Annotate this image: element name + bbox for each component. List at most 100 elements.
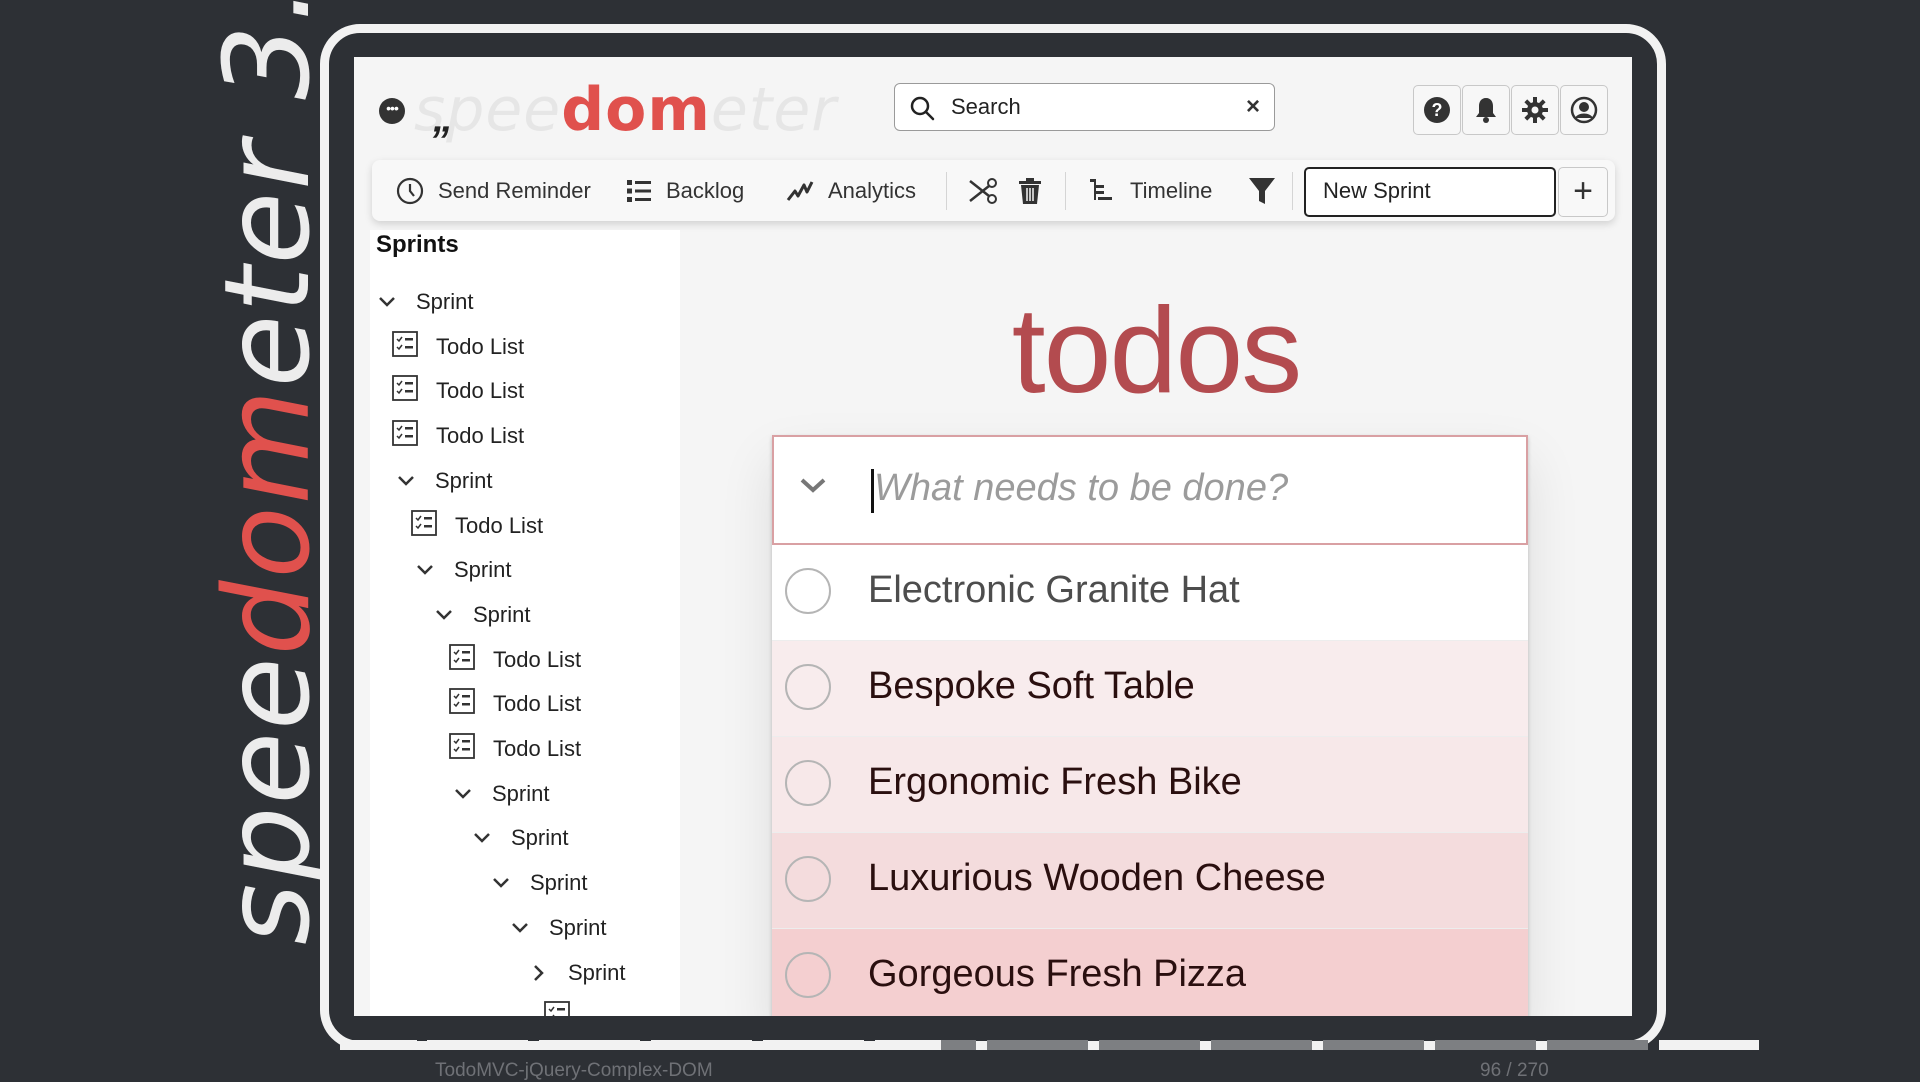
- todo-checkbox[interactable]: [785, 568, 831, 614]
- benchmark-progress-bar: [320, 1040, 1759, 1050]
- todo-checkbox[interactable]: [785, 664, 831, 710]
- tree-item-todo-list[interactable]: Todo List: [449, 729, 581, 769]
- progress-segment-fill: [763, 1040, 864, 1050]
- progress-segment-fill: [875, 1040, 941, 1050]
- toggle-all-chevron-icon[interactable]: [798, 475, 828, 500]
- svg-text:?: ?: [1432, 100, 1443, 120]
- chevron-down-icon[interactable]: [376, 296, 398, 308]
- tree-item-sprint[interactable]: Sprint: [414, 550, 511, 590]
- send-reminder-label: Send Reminder: [438, 177, 591, 203]
- app-screen: ••• speedometer ” Search × ? Send Remind…: [354, 57, 1632, 1016]
- toolbar-divider: [946, 172, 947, 210]
- tree-item-label: Sprint: [473, 601, 531, 627]
- chevron-down-icon[interactable]: [490, 877, 512, 889]
- bell-icon: [1476, 98, 1496, 123]
- tree-item-label: Sprint: [416, 289, 474, 314]
- tree-item-todo-list[interactable]: Todo List: [449, 640, 581, 680]
- chevron-down-icon[interactable]: [433, 609, 455, 621]
- progress-edge: [340, 1040, 417, 1050]
- chevron-down-icon[interactable]: [414, 564, 436, 576]
- checklist-icon: [411, 509, 437, 542]
- clear-search-icon[interactable]: ×: [1246, 93, 1260, 121]
- tree-item-todo-list[interactable]: Todo List: [392, 327, 524, 367]
- progress-segment-fill: [427, 1040, 528, 1050]
- todo-checkbox[interactable]: [785, 760, 831, 806]
- todo-item[interactable]: Gorgeous Fresh Pizza: [772, 929, 1528, 1016]
- header-icon-buttons: ?: [1413, 85, 1609, 135]
- todo-item[interactable]: Electronic Granite Hat: [772, 545, 1528, 641]
- delete-button[interactable]: [1018, 160, 1056, 221]
- new-todo-placeholder: What needs to be done?: [874, 467, 1289, 509]
- tree-item-sprint[interactable]: Sprint: [509, 908, 606, 948]
- progress-segment: [987, 1040, 1088, 1050]
- tree-item-sprint[interactable]: Sprint: [376, 282, 473, 322]
- tree-item-label: Sprint: [454, 557, 512, 583]
- settings-button[interactable]: [1511, 85, 1559, 135]
- backlog-button[interactable]: Backlog: [626, 160, 744, 221]
- chevron-down-icon[interactable]: [395, 475, 417, 487]
- progress-segment: [1099, 1040, 1200, 1050]
- tree-item-todo-list[interactable]: Todo List: [411, 506, 543, 546]
- sprints-sidebar: Sprints Sprint Todo List Todo List Todo Lis…: [370, 230, 680, 1016]
- chevron-down-icon[interactable]: [452, 788, 474, 800]
- tree-item-todo-list[interactable]: Todo List: [392, 371, 524, 411]
- menu-dots-icon[interactable]: •••: [379, 98, 405, 124]
- tree-item-label: Todo List: [436, 378, 525, 404]
- tree-item-todo-list[interactable]: [544, 997, 588, 1016]
- todo-label: Gorgeous Fresh Pizza: [868, 953, 1247, 995]
- tree-item-sprint[interactable]: Sprint: [452, 774, 549, 814]
- timeline-button[interactable]: Timeline: [1088, 160, 1212, 221]
- brand-highlight: dom: [198, 387, 336, 656]
- tree-item-label: Sprint: [568, 959, 626, 985]
- tree-item-label: Todo List: [455, 512, 544, 538]
- header: ••• speedometer ” Search × ?: [354, 57, 1632, 163]
- new-todo-input[interactable]: What needs to be done?: [772, 435, 1528, 545]
- tree-item-sprint[interactable]: Sprint: [471, 818, 568, 858]
- checklist-icon: [449, 643, 475, 676]
- help-icon: ?: [1424, 97, 1450, 123]
- logo-suffix: eter: [710, 75, 837, 145]
- send-reminder-button[interactable]: Send Reminder: [396, 160, 591, 221]
- todo-main: todos What needs to be done? Electronic …: [680, 230, 1632, 1016]
- todo-label: Ergonomic Fresh Bike: [868, 761, 1242, 803]
- notifications-button[interactable]: [1462, 85, 1510, 135]
- add-sprint-button[interactable]: +: [1558, 167, 1608, 217]
- tree-item-sprint[interactable]: Sprint: [395, 461, 492, 501]
- tree-item-todo-list[interactable]: Todo List: [392, 416, 524, 456]
- toolbar-divider: [1065, 172, 1066, 210]
- progress-segment: [1211, 1040, 1312, 1050]
- todo-item[interactable]: Ergonomic Fresh Bike: [772, 737, 1528, 833]
- todo-item[interactable]: Luxurious Wooden Cheese: [772, 833, 1528, 929]
- tree-item-sprint[interactable]: Sprint: [433, 595, 530, 635]
- tree-item-label: Sprint: [492, 780, 550, 806]
- todo-label: Electronic Granite Hat: [868, 569, 1240, 611]
- tree-item-label: Todo List: [493, 646, 582, 672]
- todo-app: What needs to be done? Electronic Granit…: [772, 435, 1528, 1016]
- help-button[interactable]: ?: [1413, 85, 1461, 135]
- todo-item[interactable]: Bespoke Soft Table: [772, 641, 1528, 737]
- checklist-icon: [392, 420, 418, 452]
- toolbar: Send Reminder Backlog Analytics Timeline…: [372, 160, 1615, 221]
- search-input[interactable]: Search ×: [894, 83, 1275, 131]
- todo-checkbox[interactable]: [785, 952, 831, 998]
- speedometer-logo: speedometer: [414, 75, 837, 145]
- tree-item-sprint[interactable]: Sprint: [528, 953, 625, 993]
- filter-button[interactable]: [1248, 160, 1290, 221]
- todo-label: Bespoke Soft Table: [868, 665, 1195, 707]
- tree-item-label: Todo List: [436, 333, 525, 359]
- tree-item-todo-list[interactable]: Todo List: [449, 684, 581, 724]
- tree-item-label: Todo List: [493, 736, 582, 761]
- profile-button[interactable]: [1560, 85, 1608, 135]
- chevron-down-icon[interactable]: [471, 832, 493, 844]
- cut-button[interactable]: [968, 160, 1012, 221]
- tree-item-label: Sprint: [530, 870, 588, 896]
- chevron-right-icon[interactable]: [528, 964, 550, 982]
- tree-item-sprint[interactable]: Sprint: [490, 863, 587, 903]
- brand-version: 3.0: [198, 0, 336, 140]
- new-sprint-input[interactable]: New Sprint: [1304, 167, 1556, 217]
- todo-checkbox[interactable]: [785, 856, 831, 902]
- logo-quote-mark: ”: [429, 119, 449, 163]
- chevron-down-icon[interactable]: [509, 922, 531, 934]
- analytics-button[interactable]: Analytics: [786, 160, 916, 221]
- tree-item-label: Sprint: [511, 825, 569, 851]
